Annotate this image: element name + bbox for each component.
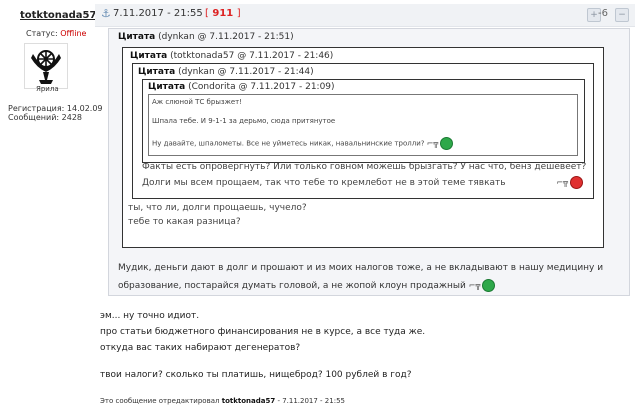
quote-level-5: Аж слюной ТС брызжет! Шпала тебе. И 9-1-… [148, 94, 578, 156]
edited-user[interactable]: totktonada57 [222, 397, 276, 405]
post-rating: -6 [598, 8, 608, 19]
post-body-line: эм... ну точно идиот. [100, 311, 200, 321]
quote-4-label: Цитата [148, 82, 186, 92]
edited-note: Это сообщение отредактировал totktonada5… [100, 397, 345, 405]
quote-3-line: тебе то какая разница? [128, 217, 241, 227]
quote-1-line-text: образование, постарайся думать головой, … [118, 281, 466, 291]
quote-4-header: Цитата (Condorita @ 7.11.2017 - 21:09) [148, 82, 335, 92]
post-topbar: totktonada57 ⚓ 7.11.2017 - 21:55 [ 911 ]… [0, 0, 640, 27]
edited-prefix: Это сообщение отредактировал [100, 397, 220, 405]
registration-value: 14.02.09 [66, 104, 103, 113]
quote-2-header: Цитата (totktonada57 @ 7.11.2017 - 21:46… [130, 51, 333, 61]
quote-level-2: Цитата (totktonada57 @ 7.11.2017 - 21:46… [122, 47, 604, 248]
quote-2-meta[interactable]: (totktonada57 @ 7.11.2017 - 21:46) [170, 51, 333, 61]
quote-level-4: Цитата (Condorita @ 7.11.2017 - 21:09) А… [142, 79, 585, 163]
registration-label: Регистрация: [8, 104, 65, 113]
post-body-line: откуда вас таких набирают дегенератов? [100, 343, 301, 353]
quote-3-line: ты, что ли, долги прощаешь, чучело? [128, 203, 307, 213]
quote-1-header: Цитата (dynkan @ 7.11.2017 - 21:51) [118, 32, 294, 42]
quote-3-header: Цитата (dynkan @ 7.11.2017 - 21:44) [138, 67, 314, 77]
quote-1-meta[interactable]: (dynkan @ 7.11.2017 - 21:51) [158, 32, 293, 42]
avatar-emblem-icon [31, 50, 61, 84]
post-body-line: про статьи бюджетного финансирования не … [100, 327, 426, 337]
avatar[interactable] [24, 43, 68, 89]
status-value: Offline [60, 29, 87, 38]
post-date: 7.11.2017 - 21:55 [113, 8, 203, 19]
quote-4-line: Факты есть опровергнуть? Или только говн… [142, 162, 587, 172]
post-body-line: твои налоги? сколько ты платишь, нищебро… [100, 370, 412, 380]
author-name[interactable]: totktonada57 [20, 10, 96, 21]
quote-2-label: Цитата [130, 51, 168, 61]
quote-3-meta[interactable]: (dynkan @ 7.11.2017 - 21:44) [178, 67, 313, 77]
post-number-close: ] [236, 8, 241, 19]
gun-icon: ⌐╦ [556, 178, 568, 187]
quote-5-line-text: Ну давайте, шпалометы. Все не уйметесь н… [152, 139, 425, 148]
edited-suffix: - 7.11.2017 - 21:55 [277, 397, 345, 405]
quote-5-line: Ну давайте, шпалометы. Все не уйметесь н… [152, 137, 454, 150]
post-number-value[interactable]: 911 [212, 8, 233, 19]
post-number[interactable]: [ 911 ] [205, 8, 241, 19]
anchor-icon[interactable]: ⚓ [101, 7, 111, 20]
quote-level-1: Цитата (dynkan @ 7.11.2017 - 21:51) Цита… [108, 28, 630, 296]
post-number-open: [ [205, 8, 209, 19]
quote-level-3: Цитата (dynkan @ 7.11.2017 - 21:44) Цита… [132, 63, 594, 199]
registration-line: Регистрация: 14.02.09 [8, 104, 103, 113]
vote-minus-icon[interactable]: − [615, 8, 629, 22]
shooting-smiley-icon [482, 279, 496, 292]
quote-1-label: Цитата [118, 32, 156, 42]
avatar-caption: Ярила [36, 85, 59, 93]
status-line: Статус: Offline [26, 29, 86, 38]
status-label: Статус: [26, 29, 58, 38]
quote-5-line: Шпала тебе. И 9-1-1 за дерьмо, сюда прит… [152, 117, 336, 125]
quote-4-line-text: Долги мы всем прощаем, так что тебе то к… [142, 178, 506, 188]
quote-1-line: образование, постарайся думать головой, … [118, 279, 496, 292]
quote-1-line: Мудик, деньги дают в долг и прошают и из… [118, 263, 604, 273]
post-header: ⚓ 7.11.2017 - 21:55 [ 911 ] + -6 − [95, 4, 635, 27]
messages-value: 2428 [61, 113, 82, 122]
quote-4-line: Долги мы всем прощаем, так что тебе то к… [142, 176, 583, 189]
quote-5-line: Аж слюной ТС брызжет! [152, 98, 243, 106]
messages-line: Сообщений: 2428 [8, 113, 82, 122]
gun-icon: ⌐╦ [468, 281, 481, 290]
gun-icon: ⌐╦ [426, 139, 439, 148]
quote-4-meta[interactable]: (Condorita @ 7.11.2017 - 21:09) [188, 82, 334, 92]
shooting-smiley-icon [440, 137, 454, 150]
quote-3-label: Цитата [138, 67, 176, 77]
shooting-smiley-icon [570, 176, 583, 189]
messages-label: Сообщений: [8, 113, 60, 122]
